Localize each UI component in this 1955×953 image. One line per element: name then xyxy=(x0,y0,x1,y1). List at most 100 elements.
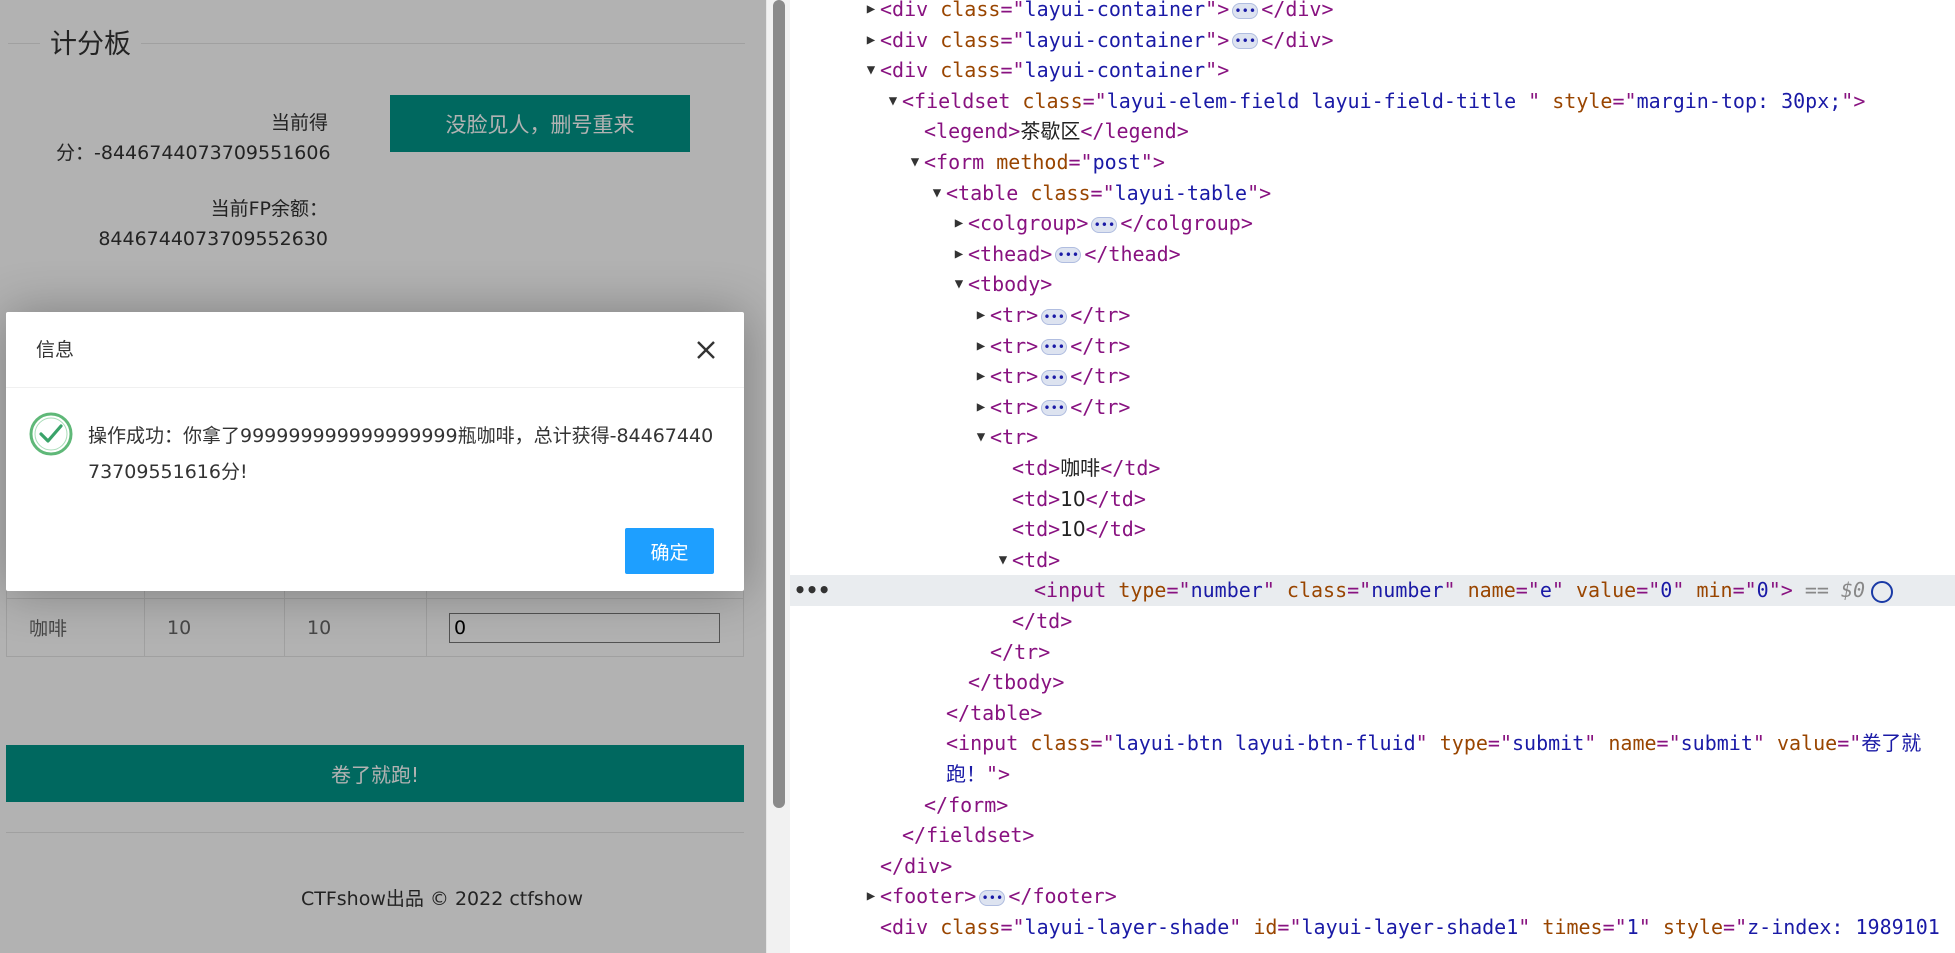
collapse-triangle-icon[interactable]: ▼ xyxy=(906,147,924,178)
dom-node[interactable]: ▼ <form method="post"> xyxy=(790,147,1955,178)
node-actions-menu-icon[interactable]: ••• xyxy=(794,575,830,606)
node-markup: </fieldset> xyxy=(902,823,1035,848)
dom-node[interactable]: <div class="layui-layer-shade" id="layui… xyxy=(790,912,1955,943)
node-markup: <tr> ••• </tr> xyxy=(990,394,1131,419)
node-markup: <tr> ••• </tr> xyxy=(990,303,1131,327)
node-markup: </table> xyxy=(946,700,1043,725)
dialog-message: 操作成功：你拿了999999999999999999瓶咖啡，总计获得-84467… xyxy=(88,425,714,483)
dom-node[interactable]: ▶ <thead> ••• </thead> xyxy=(790,239,1955,270)
expand-triangle-icon[interactable]: ▶ xyxy=(862,25,880,56)
dom-node[interactable]: </td> xyxy=(790,606,1955,637)
dialog-title: 信息 xyxy=(36,339,75,361)
node-markup: <div class="layui-container"> xyxy=(880,58,1230,83)
node-markup: </tr> xyxy=(990,639,1051,664)
page-scrollbar[interactable] xyxy=(766,0,790,953)
node-markup: <td> xyxy=(1012,547,1061,572)
dialog-body: 操作成功：你拿了999999999999999999瓶咖啡，总计获得-84467… xyxy=(6,388,744,524)
dom-node[interactable]: </form> xyxy=(790,790,1955,821)
info-dialog: 信息 操作成功：你拿了999999999999999999瓶咖啡，总计获得-84… xyxy=(6,312,744,591)
expand-triangle-icon[interactable]: ▶ xyxy=(972,331,990,362)
dom-node[interactable]: </div> xyxy=(790,851,1955,882)
dom-node[interactable]: ▶ <tr> ••• </tr> xyxy=(790,361,1955,392)
collapse-triangle-icon[interactable]: ▼ xyxy=(884,86,902,117)
node-markup: <colgroup> ••• </colgroup> xyxy=(968,211,1253,236)
dom-node[interactable]: ▼ <table class="layui-table"> xyxy=(790,178,1955,209)
collapse-triangle-icon[interactable]: ▼ xyxy=(972,422,990,453)
dom-node[interactable]: <input class="layui-btn layui-btn-fluid"… xyxy=(790,728,1955,759)
expand-ellipsis-icon[interactable]: ••• xyxy=(1041,400,1068,417)
node-markup: <tr> ••• </tr> xyxy=(990,333,1131,358)
node-markup: </div> xyxy=(880,853,953,878)
dom-node[interactable]: </fieldset> xyxy=(790,820,1955,851)
dom-node[interactable]: ▼ <tbody> xyxy=(790,269,1955,300)
dom-node[interactable]: <td>10</td> xyxy=(790,514,1955,545)
node-markup: <tr> xyxy=(990,425,1039,450)
node-markup: <div class="layui-container"> ••• </div> xyxy=(880,0,1334,21)
close-icon[interactable] xyxy=(692,336,720,364)
expand-ellipsis-icon[interactable]: ••• xyxy=(1232,33,1259,50)
expand-triangle-icon[interactable]: ▶ xyxy=(972,392,990,423)
collapse-triangle-icon[interactable]: ▼ xyxy=(928,178,946,209)
page-viewport: 计分板 当前得 分：-8446744073709551606 当前FP余额： 8… xyxy=(0,0,766,953)
node-markup: <fieldset class="layui-elem-field layui-… xyxy=(902,88,1866,113)
dom-node[interactable]: </tr> xyxy=(790,637,1955,668)
dom-node[interactable]: ▼ <tr> xyxy=(790,422,1955,453)
dom-node[interactable]: ▶ <tr> ••• </tr> xyxy=(790,331,1955,362)
expand-ellipsis-icon[interactable]: ••• xyxy=(1041,308,1068,325)
node-markup: </tbody> xyxy=(968,670,1065,695)
ai-assist-icon[interactable] xyxy=(1871,580,1894,603)
node-markup: <form method="post"> xyxy=(924,150,1165,174)
node-markup: <div class="layui-container"> ••• </div> xyxy=(880,27,1334,52)
expand-triangle-icon[interactable]: ▶ xyxy=(972,300,990,331)
collapse-triangle-icon[interactable]: ▼ xyxy=(950,269,968,300)
node-markup: </form> xyxy=(924,792,1009,817)
success-check-icon xyxy=(29,412,73,456)
devtools-elements-panel: ▶ <div class="layui-container"> ••• </div> ▶… xyxy=(790,0,1955,953)
expand-ellipsis-icon[interactable]: ••• xyxy=(979,889,1006,906)
dom-node[interactable]: <legend>茶歇区</legend> xyxy=(790,116,1955,147)
node-markup: <thead> ••• </thead> xyxy=(968,241,1181,266)
collapse-triangle-icon[interactable]: ▼ xyxy=(862,55,880,86)
node-markup: <footer> ••• </footer> xyxy=(880,884,1117,909)
dom-node[interactable]: ▼ <fieldset class="layui-elem-field layui… xyxy=(790,86,1955,117)
node-markup: <legend>茶歇区</legend> xyxy=(924,119,1189,144)
confirm-button[interactable]: 确定 xyxy=(625,528,714,574)
dom-node[interactable]: ▶ <div class="layui-container"> ••• </div> xyxy=(790,0,1955,25)
node-markup: <td>咖啡</td> xyxy=(1012,456,1161,480)
dom-node[interactable]: ▼ <td> xyxy=(790,545,1955,576)
expand-triangle-icon[interactable]: ▶ xyxy=(950,208,968,239)
dom-node[interactable]: </table> xyxy=(790,698,1955,729)
expand-triangle-icon[interactable]: ▶ xyxy=(862,881,880,912)
node-markup: 跑！"> xyxy=(946,762,1011,786)
expand-triangle-icon[interactable]: ▶ xyxy=(862,0,880,25)
dom-node[interactable]: <td>咖啡</td> xyxy=(790,453,1955,484)
dom-node[interactable]: <td>10</td> xyxy=(790,484,1955,515)
node-markup: <td>10</td> xyxy=(1012,486,1146,511)
expand-ellipsis-icon[interactable]: ••• xyxy=(1055,247,1082,264)
expand-ellipsis-icon[interactable]: ••• xyxy=(1091,216,1118,233)
node-markup: <table class="layui-table"> xyxy=(946,180,1272,205)
dom-node[interactable]: ▶ <colgroup> ••• </colgroup> xyxy=(790,208,1955,239)
dom-node[interactable]: ▼ <div class="layui-container"> xyxy=(790,55,1955,86)
dom-node[interactable]: ▶ <footer> ••• </footer> xyxy=(790,881,1955,912)
dom-node-selected[interactable]: ••• <input type="number" class="number" n… xyxy=(790,575,1955,607)
expand-ellipsis-icon[interactable]: ••• xyxy=(1232,2,1259,19)
expand-ellipsis-icon[interactable]: ••• xyxy=(1041,369,1068,386)
scrollbar-thumb[interactable] xyxy=(773,0,785,808)
dom-node[interactable]: 跑！"> xyxy=(790,759,1955,790)
dom-node[interactable]: ▶ <tr> ••• </tr> xyxy=(790,392,1955,423)
collapse-triangle-icon[interactable]: ▼ xyxy=(994,545,1012,576)
node-markup: <td>10</td> xyxy=(1012,517,1146,542)
dom-node[interactable]: ▶ <tr> ••• </tr> xyxy=(790,300,1955,331)
node-markup: <tbody> xyxy=(968,272,1053,297)
node-markup: <div class="layui-layer-shade" id="layui… xyxy=(880,915,1940,939)
dom-node[interactable]: </tbody> xyxy=(790,667,1955,698)
node-markup: <input type="number" class="number" name… xyxy=(1034,578,1866,603)
dialog-title-bar: 信息 xyxy=(6,312,744,388)
expand-ellipsis-icon[interactable]: ••• xyxy=(1041,339,1068,356)
node-markup: <tr> ••• </tr> xyxy=(990,364,1131,389)
expand-triangle-icon[interactable]: ▶ xyxy=(950,239,968,270)
dom-node[interactable]: ▶ <div class="layui-container"> ••• </div> xyxy=(790,25,1955,56)
node-markup: </td> xyxy=(1012,609,1073,633)
expand-triangle-icon[interactable]: ▶ xyxy=(972,361,990,392)
